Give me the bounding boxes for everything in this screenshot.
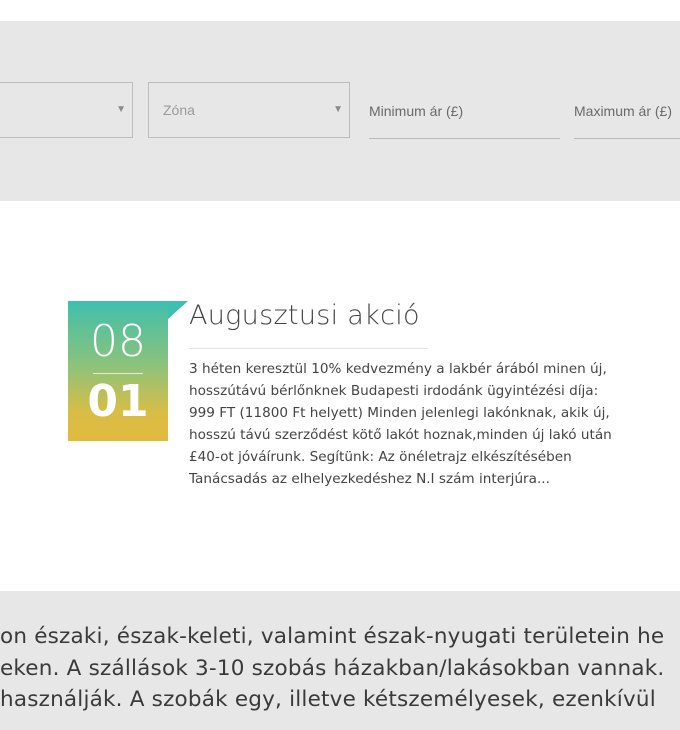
location-select[interactable]: ▼ [0, 82, 133, 138]
search-filter-bar: ▼ Zóna ▼ Minimum ár (£) Maximum ár (£) [0, 21, 680, 201]
date-badge: 08 01 [68, 301, 168, 441]
chevron-down-icon: ▼ [333, 104, 343, 115]
excerpt-line: 3 héten keresztül 10% kedvezmény a lakbé… [189, 361, 607, 377]
date-day: 01 [87, 376, 149, 427]
excerpt-line: hosszútávú bérlőnknek Budapesti irdodánk… [189, 383, 599, 399]
date-divider [93, 373, 143, 374]
max-price-input[interactable]: Maximum ár (£) [574, 82, 680, 139]
post-title-link[interactable]: Augusztusi akció [189, 300, 420, 331]
title-divider [189, 348, 428, 349]
excerpt-line: 999 FT (11800 Ft helyett) Minden jelenle… [189, 405, 610, 421]
zone-select-placeholder: Zóna [163, 102, 195, 118]
post-excerpt: 3 héten keresztül 10% kedvezmény a lakbé… [189, 358, 644, 490]
max-price-placeholder: Maximum ár (£) [574, 103, 673, 119]
intro-text-line: eken. A szállások 3-10 szobás házakban/l… [0, 656, 665, 681]
intro-text-line: használják. A szobák egy, illetve kétsze… [0, 687, 656, 712]
chevron-down-icon: ▼ [116, 104, 126, 115]
intro-text-section: on északi, észak-keleti, valamint észak-… [0, 591, 680, 730]
excerpt-line: hosszú távú szerződést kötő lakót hoznak… [189, 427, 612, 443]
min-price-placeholder: Minimum ár (£) [369, 103, 464, 119]
excerpt-line: Tanácsadás az elhelyezkedéshez N.I szám … [189, 471, 550, 487]
excerpt-line: £40-ot jóváírunk. Segítünk: Az önéletraj… [189, 449, 572, 465]
date-month: 08 [90, 316, 146, 367]
zone-select[interactable]: Zóna ▼ [148, 82, 350, 138]
badge-corner-decoration [168, 301, 188, 319]
intro-text-line: on északi, észak-keleti, valamint észak-… [0, 624, 665, 649]
min-price-input[interactable]: Minimum ár (£) [369, 82, 560, 139]
page: ▼ Zóna ▼ Minimum ár (£) Maximum ár (£) 0… [0, 0, 680, 730]
